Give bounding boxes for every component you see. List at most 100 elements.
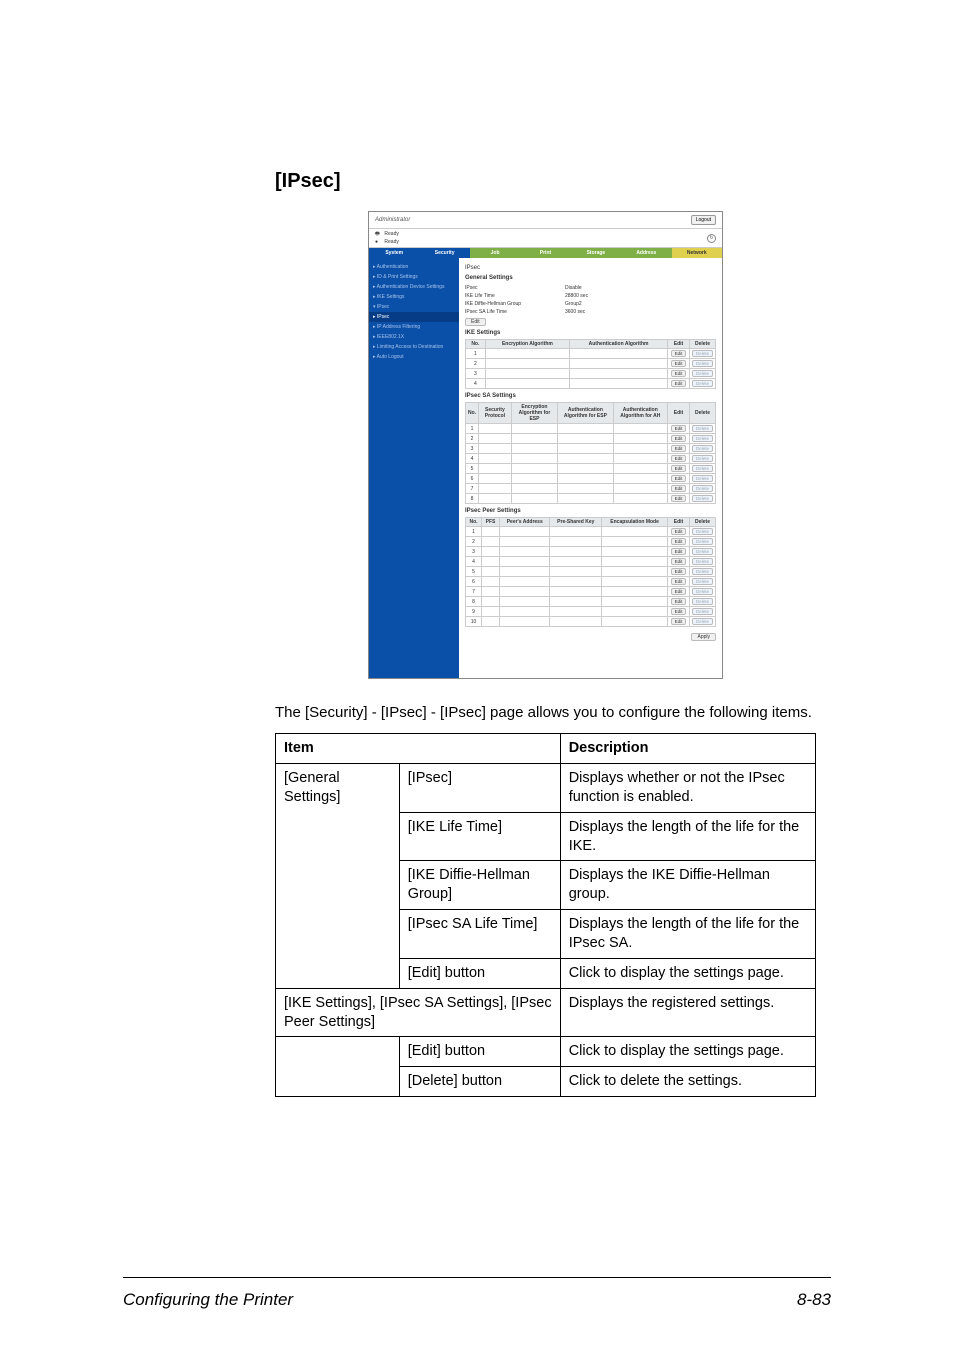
- general-edit-button[interactable]: Edit: [465, 318, 486, 326]
- row-delete-button[interactable]: Delete: [692, 425, 713, 432]
- table-cell: [482, 617, 500, 627]
- kv-value: 28800 sec: [565, 293, 588, 299]
- table-cell: [485, 379, 569, 389]
- row-delete-button[interactable]: Delete: [692, 445, 713, 452]
- table-cell: [479, 464, 512, 474]
- sidebar-item[interactable]: ▸ Auto Logout: [369, 352, 459, 362]
- row-delete-button[interactable]: Delete: [692, 568, 713, 575]
- footer-left: Configuring the Printer: [123, 1290, 293, 1310]
- row-delete-button[interactable]: Delete: [692, 608, 713, 615]
- table-header: Encryption Algorithm: [485, 340, 569, 349]
- row-edit-button[interactable]: Edit: [671, 528, 687, 535]
- row-delete-button[interactable]: Delete: [692, 475, 713, 482]
- row-edit-button[interactable]: Edit: [671, 445, 687, 452]
- row-edit-button[interactable]: Edit: [671, 538, 687, 545]
- table-cell: [613, 484, 667, 494]
- table-row: 4EditDelete: [466, 379, 716, 389]
- tab-storage[interactable]: Storage: [571, 248, 621, 258]
- table-cell: Delete: [689, 444, 715, 454]
- table-cell: Delete: [689, 424, 715, 434]
- table-cell: [613, 434, 667, 444]
- row-delete-button[interactable]: Delete: [692, 598, 713, 605]
- row-edit-button[interactable]: Edit: [671, 425, 687, 432]
- row-delete-button[interactable]: Delete: [692, 578, 713, 585]
- row-edit-button[interactable]: Edit: [671, 475, 687, 482]
- desc-cell: Click to display the settings page.: [560, 958, 815, 988]
- table-row: 10EditDelete: [466, 617, 716, 627]
- row-delete-button[interactable]: Delete: [692, 455, 713, 462]
- row-delete-button[interactable]: Delete: [692, 548, 713, 555]
- row-edit-button[interactable]: Edit: [671, 455, 687, 462]
- row-edit-button[interactable]: Edit: [671, 360, 687, 367]
- row-edit-button[interactable]: Edit: [671, 465, 687, 472]
- table-cell: 9: [466, 607, 482, 617]
- table-cell: [479, 454, 512, 464]
- peer-settings-subtitle: IPsec Peer Settings: [465, 508, 716, 514]
- row-edit-button[interactable]: Edit: [671, 588, 687, 595]
- row-delete-button[interactable]: Delete: [692, 435, 713, 442]
- row-delete-button[interactable]: Delete: [692, 370, 713, 377]
- row-delete-button[interactable]: Delete: [692, 485, 713, 492]
- sidebar-item[interactable]: ▾ IPsec: [369, 302, 459, 312]
- row-edit-button[interactable]: Edit: [671, 435, 687, 442]
- sidebar-item[interactable]: ▸ IPsec: [369, 312, 459, 322]
- es-status-bar: 🖶 Ready ● Ready ↻: [369, 229, 722, 248]
- table-cell: [482, 557, 500, 567]
- sidebar-item[interactable]: ▸ IEEE802.1X: [369, 332, 459, 342]
- refresh-icon[interactable]: ↻: [707, 234, 716, 243]
- row-delete-button[interactable]: Delete: [692, 538, 713, 545]
- row-delete-button[interactable]: Delete: [692, 528, 713, 535]
- table-cell: Edit: [667, 527, 689, 537]
- row-delete-button[interactable]: Delete: [692, 465, 713, 472]
- table-cell: [500, 597, 550, 607]
- row-edit-button[interactable]: Edit: [671, 598, 687, 605]
- sidebar-item[interactable]: ▸ Limiting Access to Destination: [369, 342, 459, 352]
- row-edit-button[interactable]: Edit: [671, 568, 687, 575]
- tab-address[interactable]: Address: [621, 248, 671, 258]
- row-delete-button[interactable]: Delete: [692, 588, 713, 595]
- row-delete-button[interactable]: Delete: [692, 558, 713, 565]
- tab-system[interactable]: System: [369, 248, 419, 258]
- desc-cell: [276, 1037, 400, 1097]
- table-cell: [558, 424, 613, 434]
- sidebar-item[interactable]: ▸ Authentication Device Settings: [369, 282, 459, 292]
- tab-network[interactable]: Network: [672, 248, 722, 258]
- tab-print[interactable]: Print: [520, 248, 570, 258]
- table-cell: Edit: [667, 567, 689, 577]
- table-cell: [482, 587, 500, 597]
- sidebar-item[interactable]: ▸ IKE Settings: [369, 292, 459, 302]
- sidebar-item[interactable]: ▸ ID & Print Settings: [369, 272, 459, 282]
- table-cell: 3: [466, 369, 486, 379]
- row-delete-button[interactable]: Delete: [692, 618, 713, 625]
- table-cell: Delete: [689, 557, 715, 567]
- row-edit-button[interactable]: Edit: [671, 350, 687, 357]
- row-edit-button[interactable]: Edit: [671, 558, 687, 565]
- sidebar-item[interactable]: ▸ IP Address Filtering: [369, 322, 459, 332]
- row-delete-button[interactable]: Delete: [692, 495, 713, 502]
- apply-button[interactable]: Apply: [691, 633, 716, 641]
- row-edit-button[interactable]: Edit: [671, 485, 687, 492]
- row-delete-button[interactable]: Delete: [692, 360, 713, 367]
- table-row: 8EditDelete: [466, 597, 716, 607]
- row-edit-button[interactable]: Edit: [671, 618, 687, 625]
- row-edit-button[interactable]: Edit: [671, 548, 687, 555]
- desc-cell: [IPsec]: [399, 764, 560, 813]
- row-delete-button[interactable]: Delete: [692, 380, 713, 387]
- tab-security[interactable]: Security: [419, 248, 469, 258]
- row-edit-button[interactable]: Edit: [671, 370, 687, 377]
- row-edit-button[interactable]: Edit: [671, 380, 687, 387]
- table-cell: Delete: [689, 434, 715, 444]
- table-cell: [558, 434, 613, 444]
- row-delete-button[interactable]: Delete: [692, 350, 713, 357]
- table-header: Peer's Address: [500, 518, 550, 527]
- row-edit-button[interactable]: Edit: [671, 495, 687, 502]
- row-edit-button[interactable]: Edit: [671, 578, 687, 585]
- table-cell: [602, 547, 668, 557]
- table-cell: [482, 547, 500, 557]
- peer-table: No.PFSPeer's AddressPre-Shared KeyEncaps…: [465, 517, 716, 627]
- sidebar-item[interactable]: ▸ Authentication: [369, 262, 459, 272]
- row-edit-button[interactable]: Edit: [671, 608, 687, 615]
- es-tabs: System Security Job Print Storage Addres…: [369, 248, 722, 258]
- tab-job[interactable]: Job: [470, 248, 520, 258]
- logout-button[interactable]: Logout: [691, 215, 716, 225]
